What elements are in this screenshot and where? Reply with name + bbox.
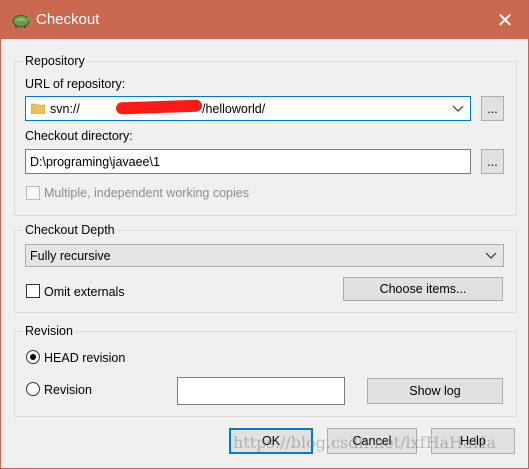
revision-label: Revision <box>44 383 92 397</box>
chevron-down-icon[interactable] <box>452 102 464 114</box>
url-combobox[interactable]: svn:// /helloworld/ <box>25 96 471 121</box>
checkout-dir-browse-button[interactable]: ... <box>481 149 504 174</box>
help-label: Help <box>460 434 486 448</box>
checkout-dir-browse-label: ... <box>487 154 498 169</box>
checkout-dir-input[interactable]: D:\programing\javaee\1 <box>25 149 471 174</box>
cancel-label: Cancel <box>352 434 392 448</box>
depth-group-label: Checkout Depth <box>23 223 117 237</box>
tortoise-icon <box>12 15 31 28</box>
repository-group-label: Repository <box>23 54 87 68</box>
close-button[interactable]: ✕ <box>482 1 528 39</box>
radio-selected-dot <box>30 354 36 360</box>
url-browse-label: ... <box>487 101 498 116</box>
head-revision-radio[interactable] <box>26 350 40 364</box>
cancel-button[interactable]: Cancel <box>327 428 417 454</box>
multiple-copies-checkbox[interactable] <box>26 186 40 200</box>
checkout-dir-value: D:\programing\javaee\1 <box>30 155 160 169</box>
help-button[interactable]: Help <box>431 428 515 454</box>
omit-externals-checkbox[interactable] <box>26 284 40 298</box>
multiple-copies-label: Multiple, independent working copies <box>44 186 249 200</box>
checkout-dialog: Checkout ✕ Repository URL of repository:… <box>0 0 529 469</box>
close-icon: ✕ <box>496 9 514 32</box>
depth-dropdown[interactable]: Fully recursive <box>25 244 504 267</box>
title-bar: Checkout ✕ <box>1 1 528 39</box>
head-revision-label: HEAD revision <box>44 351 126 365</box>
show-log-button[interactable]: Show log <box>367 378 503 404</box>
depth-selected: Fully recursive <box>30 249 111 263</box>
choose-items-label: Choose items... <box>379 282 467 296</box>
url-browse-button[interactable]: ... <box>481 96 504 121</box>
checkout-dir-label: Checkout directory: <box>25 129 133 143</box>
chevron-down-icon[interactable] <box>485 249 497 261</box>
ok-button[interactable]: OK <box>229 428 313 454</box>
window-title: Checkout <box>36 11 100 28</box>
url-label: URL of repository: <box>25 77 126 91</box>
choose-items-button[interactable]: Choose items... <box>343 277 503 301</box>
revision-input[interactable] <box>177 377 345 405</box>
omit-externals-label: Omit externals <box>44 285 125 299</box>
url-value-prefix: svn:// <box>50 102 80 116</box>
ok-label: OK <box>261 434 281 448</box>
url-value-suffix: /helloworld/ <box>202 102 266 116</box>
show-log-label: Show log <box>409 384 461 398</box>
revision-group-label: Revision <box>23 324 75 338</box>
redaction-mark <box>115 99 203 115</box>
revision-radio[interactable] <box>26 382 40 396</box>
folder-icon <box>31 103 45 114</box>
